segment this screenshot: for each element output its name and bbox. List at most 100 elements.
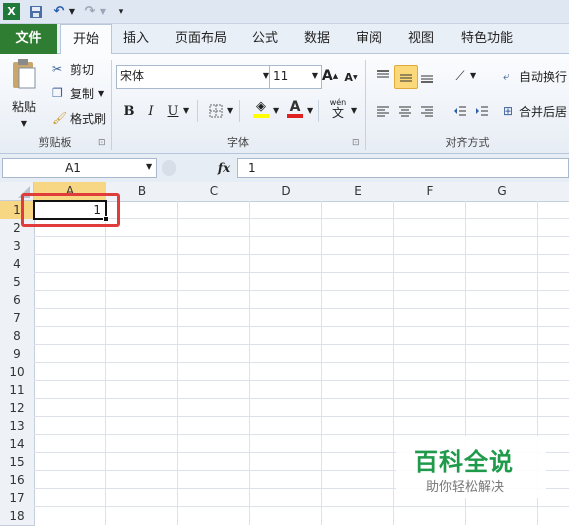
row-header[interactable]: 9 [0, 345, 35, 364]
wrap-text-button[interactable]: ⤶ 自动换行 [503, 67, 567, 85]
separator [318, 100, 319, 122]
customize-icon[interactable]: ▾ [116, 3, 126, 20]
row-header[interactable]: 6 [0, 291, 35, 310]
undo-icon[interactable]: ↶ [51, 3, 67, 20]
align-right-button[interactable] [416, 100, 438, 122]
underline-dropdown-icon[interactable]: ▼ [183, 106, 189, 115]
gridline [34, 308, 569, 309]
merge-center-button[interactable]: ⊞ 合并后居 [503, 102, 567, 120]
column-header-f[interactable]: F [394, 182, 467, 202]
tab-view[interactable]: 视图 [398, 24, 444, 54]
tab-home[interactable]: 开始 [60, 24, 112, 56]
row-header[interactable]: 17 [0, 489, 35, 508]
tab-review[interactable]: 审阅 [346, 24, 392, 54]
clipboard-launcher-icon[interactable]: ⊡ [98, 138, 106, 148]
align-center-button[interactable] [394, 100, 416, 122]
font-name-box[interactable]: 宋体 ▼ [116, 65, 273, 89]
borders-dropdown-icon[interactable]: ▼ [227, 106, 233, 115]
row-header[interactable]: 5 [0, 273, 35, 292]
column-header-c[interactable]: C [178, 182, 251, 202]
row-header[interactable]: 10 [0, 363, 35, 382]
underline-button[interactable]: U [162, 100, 184, 122]
gridline [177, 201, 178, 525]
borders-button[interactable] [205, 100, 227, 122]
orientation-button[interactable]: ⟋ [449, 65, 471, 87]
column-header-g[interactable]: G [466, 182, 539, 202]
bold-button[interactable]: B [118, 100, 140, 122]
row-header[interactable]: 15 [0, 453, 35, 472]
chevron-down-icon[interactable]: ▼ [146, 162, 152, 171]
orientation-dropdown-icon[interactable]: ▼ [470, 71, 476, 80]
phonetic-button[interactable]: wén 文 [327, 97, 349, 119]
column-header-h[interactable] [538, 182, 569, 202]
row-header[interactable]: 4 [0, 255, 35, 274]
cut-button[interactable]: ✂ 剪切 [52, 60, 94, 78]
format-painter-label: 格式刷 [70, 111, 107, 126]
row-header[interactable]: 18 [0, 507, 35, 526]
ribbon-tabs: 文件 开始 插入 页面布局 公式 数据 审阅 视图 特色功能 [0, 24, 569, 56]
save-icon[interactable] [28, 3, 44, 20]
increase-indent-button[interactable] [471, 100, 493, 122]
tab-file[interactable]: 文件 [0, 24, 57, 54]
redo-dropdown-icon[interactable]: ▼ [99, 3, 107, 20]
italic-button[interactable]: I [140, 100, 162, 122]
redo-icon[interactable]: ↷ [82, 3, 98, 20]
align-left-button[interactable] [372, 100, 394, 122]
watermark-subtitle: 助你轻松解决 [426, 480, 505, 495]
tab-special-features[interactable]: 特色功能 [452, 24, 522, 54]
fill-color-button[interactable]: ◈ [250, 98, 272, 120]
font-color-swatch [287, 114, 303, 118]
align-top-button[interactable] [372, 65, 394, 87]
row-header[interactable]: 3 [0, 237, 35, 256]
font-size-box[interactable]: 11 ▼ [269, 65, 322, 89]
font-color-icon: A [289, 99, 301, 115]
excel-icon[interactable]: X [3, 3, 20, 20]
column-header-d[interactable]: D [250, 182, 323, 202]
borders-icon [209, 104, 223, 118]
row-header[interactable]: 7 [0, 309, 35, 328]
font-color-dropdown-icon[interactable]: ▼ [307, 106, 313, 115]
tab-insert[interactable]: 插入 [112, 24, 160, 54]
align-middle-icon [400, 74, 412, 82]
cut-label: 剪切 [70, 62, 95, 77]
column-header-e[interactable]: E [322, 182, 395, 202]
formula-input[interactable]: 1 [237, 158, 569, 178]
ribbon: 粘贴 ▼ ✂ 剪切 ❐ 复制 ▼ 🖌 格式刷 剪贴板 ⊡ 宋体 ▼ 11 ▼ A… [0, 54, 569, 154]
shrink-font-button[interactable]: A ▼ [340, 66, 362, 88]
font-size-value: 11 [273, 69, 289, 83]
separator [239, 100, 240, 122]
chevron-down-icon[interactable]: ▼ [312, 66, 318, 86]
formula-bar-resize-handle[interactable] [162, 160, 176, 176]
font-color-button[interactable]: A [284, 98, 306, 120]
fill-color-swatch [253, 114, 269, 118]
row-header[interactable]: 16 [0, 471, 35, 490]
align-middle-button[interactable] [394, 65, 418, 89]
row-header[interactable]: 13 [0, 417, 35, 436]
fill-color-dropdown-icon[interactable]: ▼ [273, 106, 279, 115]
quick-access-toolbar: X ↶ ▼ ↷ ▼ ▾ [0, 0, 569, 24]
highlight-annotation [21, 193, 120, 227]
decrease-indent-button[interactable] [449, 100, 471, 122]
paste-label: 粘贴 [11, 100, 36, 114]
row-header[interactable]: 14 [0, 435, 35, 454]
tab-page-layout[interactable]: 页面布局 [165, 24, 237, 54]
tab-formulas[interactable]: 公式 [242, 24, 288, 54]
gridline [34, 326, 569, 327]
undo-dropdown-icon[interactable]: ▼ [68, 3, 76, 20]
tab-data[interactable]: 数据 [294, 24, 340, 54]
paste-button[interactable]: 粘贴 ▼ [6, 58, 42, 128]
row-header[interactable]: 12 [0, 399, 35, 418]
phonetic-dropdown-icon[interactable]: ▼ [351, 106, 357, 115]
format-painter-button[interactable]: 🖌 格式刷 [52, 109, 106, 127]
align-bottom-button[interactable] [416, 65, 438, 87]
copy-button[interactable]: ❐ 复制 ▼ [52, 84, 104, 102]
row-header[interactable]: 8 [0, 327, 35, 346]
font-launcher-icon[interactable]: ⊡ [352, 138, 360, 148]
row-header[interactable]: 11 [0, 381, 35, 400]
grow-font-button[interactable]: A ▲ [319, 65, 341, 87]
insert-function-icon[interactable]: fx [214, 158, 234, 178]
paste-dropdown-icon: ▼ [20, 119, 28, 128]
gridline [34, 254, 569, 255]
name-box[interactable]: A1 ▼ [2, 158, 157, 178]
align-bottom-icon [421, 75, 433, 83]
